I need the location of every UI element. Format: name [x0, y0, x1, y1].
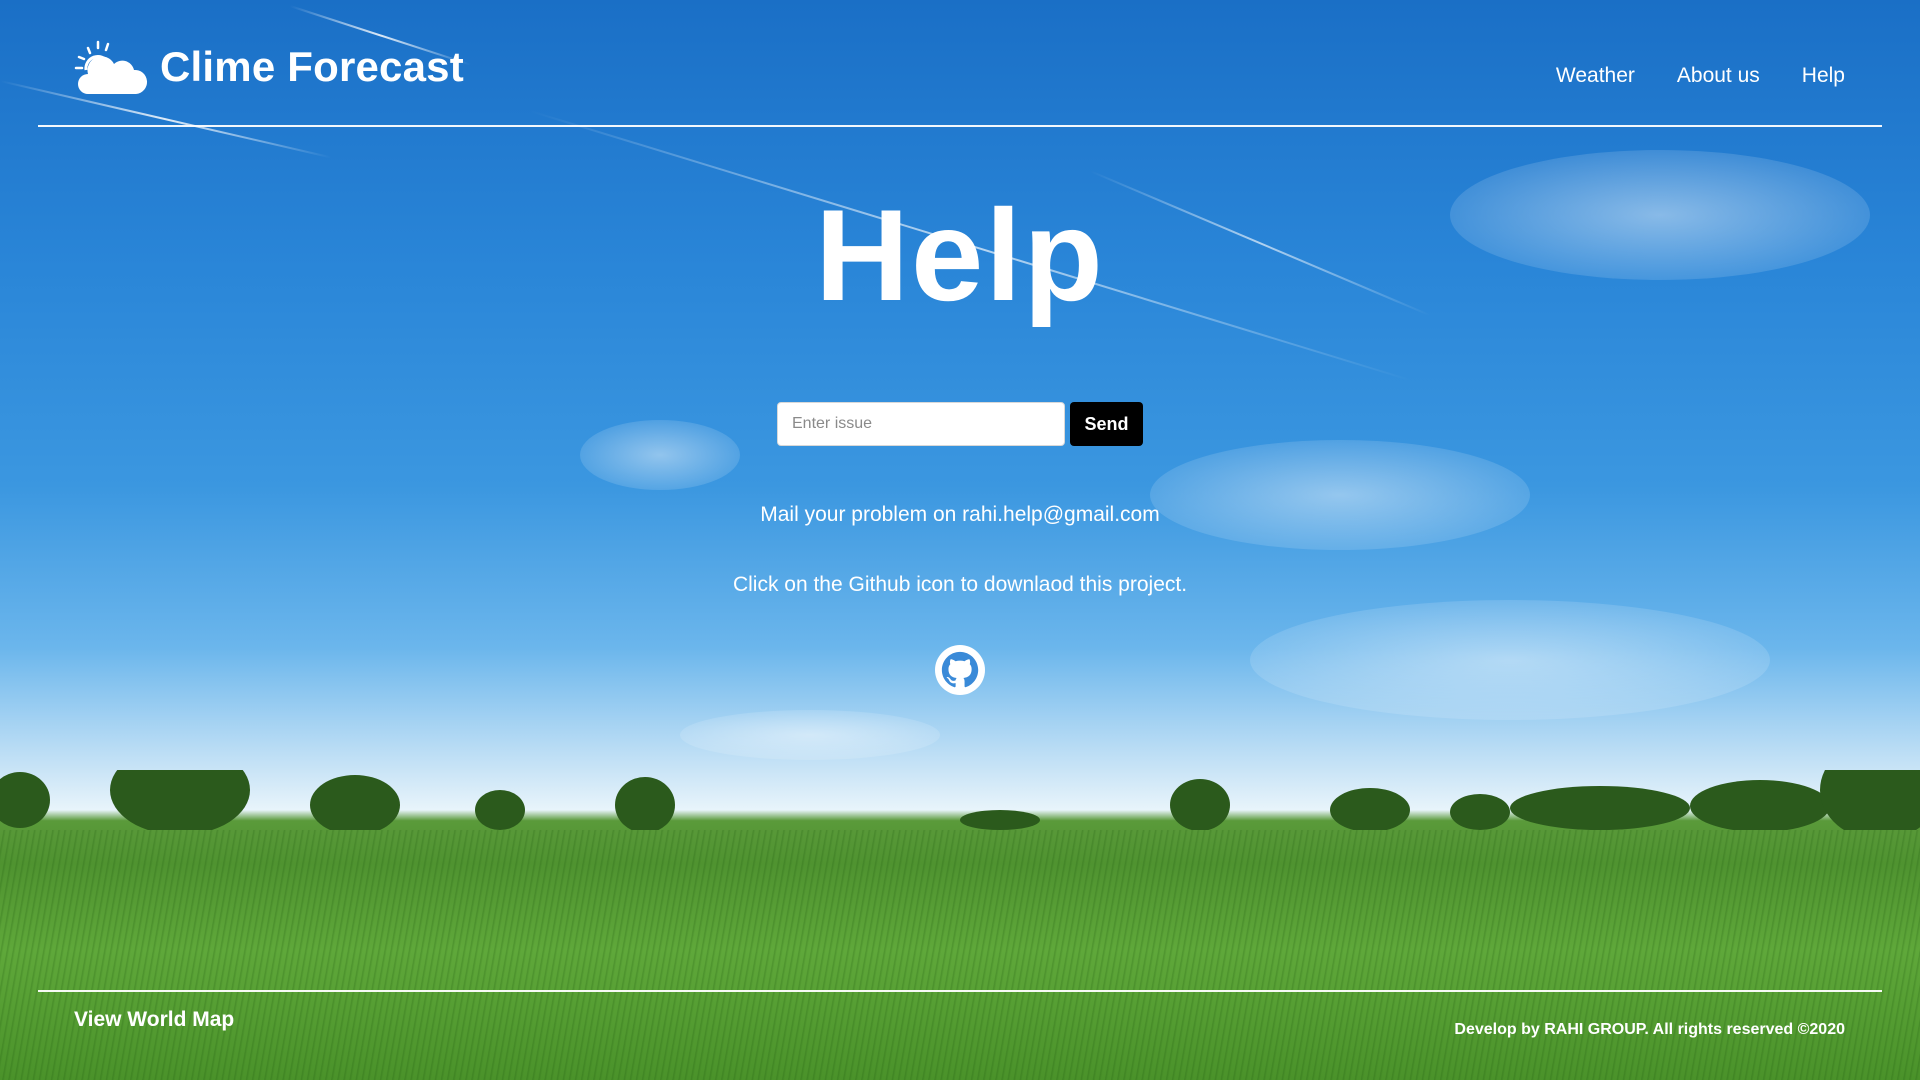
cloud-wisp [680, 710, 940, 760]
footer-divider [38, 990, 1882, 992]
cloud-wisp [580, 420, 740, 490]
mail-instruction: Mail your problem on rahi.help@gmail.com [760, 503, 1160, 526]
brand[interactable]: Clime Forecast [74, 38, 464, 96]
tree-line [0, 770, 1920, 830]
copyright-text: Develop by RAHI GROUP. All rights reserv… [1454, 1021, 1845, 1038]
page: Clime Forecast Weather About us Help Hel… [0, 0, 1920, 1080]
grass-field [0, 830, 1920, 1080]
view-world-map-link[interactable]: View World Map [74, 1008, 234, 1032]
cloud-wisp [1250, 600, 1770, 720]
nav-item-about-us[interactable]: About us [1677, 64, 1760, 88]
issue-form: Send [777, 402, 1143, 446]
brand-title: Clime Forecast [160, 43, 464, 90]
sun-cloud-icon [74, 40, 148, 94]
issue-input[interactable] [777, 402, 1065, 446]
nav-item-help[interactable]: Help [1802, 64, 1845, 88]
main-nav: Weather About us Help [1556, 64, 1845, 88]
github-icon[interactable] [935, 645, 985, 695]
cloud-wisp [1150, 440, 1530, 550]
github-instruction: Click on the Github icon to downlaod thi… [732, 573, 1188, 596]
send-button[interactable]: Send [1070, 402, 1143, 446]
nav-item-weather[interactable]: Weather [1556, 64, 1635, 88]
site-header: Clime Forecast Weather About us Help [38, 0, 1882, 127]
page-title: Help [815, 182, 1105, 328]
